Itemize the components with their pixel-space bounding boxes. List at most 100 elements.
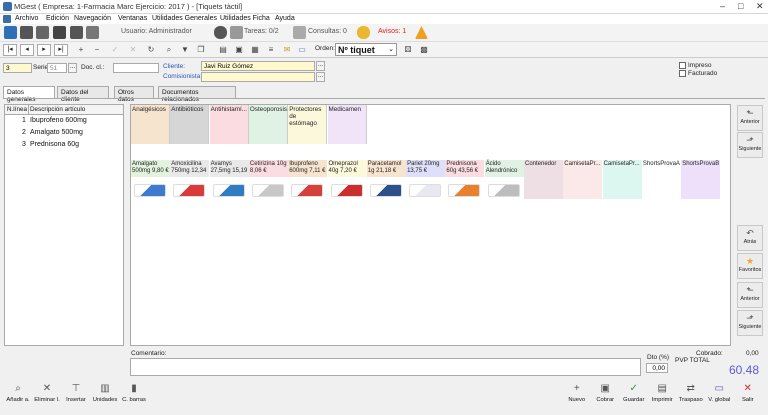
tasks-label[interactable]: Tareas: 0/2 [244, 28, 279, 35]
filter-icon[interactable]: ▼ [180, 45, 190, 55]
c-barras-button[interactable]: ▮ C. barras [120, 381, 148, 409]
order-select[interactable]: Nº tiquet ⌄ [335, 43, 397, 56]
nuevo-button[interactable]: + Nuevo [563, 381, 591, 409]
category-tile[interactable]: Osteoporosis [248, 105, 288, 144]
doc-field[interactable] [113, 63, 159, 73]
categories-next-button[interactable]: ⬏ Siguiente [737, 132, 763, 158]
tasks-icon[interactable] [230, 26, 243, 39]
product-tile[interactable]: ShortsProvaA [641, 160, 681, 199]
bell-icon[interactable] [357, 26, 370, 39]
tab-datos-generales[interactable]: Datos generales [3, 86, 55, 103]
menu-utilidades-generales[interactable]: Utilidades Generales [152, 15, 217, 22]
product-tile[interactable]: Pariet 20mg 13,75 € [406, 160, 446, 199]
table-row[interactable]: 2 Amalgato 500mg [5, 128, 123, 138]
menu-edicion[interactable]: Edición [46, 15, 69, 22]
product-tile[interactable]: Prednisona 60g 43,56 € [445, 160, 485, 199]
search-icon[interactable]: ⌕ [164, 45, 174, 55]
menu-archivo[interactable]: Archivo [15, 15, 38, 22]
product-tile[interactable]: Paracetamol 1g 21,18 € [366, 160, 406, 199]
chat-icon[interactable]: ▩ [419, 45, 429, 55]
product-tile[interactable]: Contenedor [524, 160, 563, 199]
menu-utilidades-ficha[interactable]: Utilidades Ficha [220, 15, 270, 22]
product-tile[interactable]: Amoxicilina 750mg 12,34 [170, 160, 210, 199]
cancel-icon[interactable]: ✕ [128, 45, 138, 55]
mail-icon[interactable]: ✉ [282, 45, 292, 55]
category-tile[interactable]: Antihistamí... [209, 105, 249, 144]
serie-field[interactable] [47, 63, 67, 73]
minimize-icon[interactable]: – [720, 1, 725, 11]
warning-icon[interactable] [415, 26, 428, 39]
category-tile[interactable]: Protectores de estómago [288, 105, 328, 144]
client-lookup-button[interactable]: ... [316, 61, 325, 71]
commission-field[interactable] [201, 72, 315, 82]
añadir-a-button[interactable]: ⌕ Añadir a. [4, 381, 32, 409]
table-row[interactable]: 3 Prednisona 60g [5, 140, 123, 150]
next-record-button[interactable]: ▸ [37, 44, 51, 56]
serie-lookup-button[interactable]: ... [68, 63, 77, 73]
refresh-icon[interactable]: ↻ [146, 45, 156, 55]
layout-icon[interactable] [86, 26, 99, 39]
v-global-button[interactable]: ▭ V. global [706, 381, 734, 409]
user-icon[interactable] [214, 26, 227, 39]
client-field[interactable] [201, 61, 315, 71]
gift-icon[interactable]: ⚄ [403, 45, 413, 55]
category-tile[interactable]: Medicamen [327, 105, 367, 144]
alerts-label[interactable]: Avisos: 1 [378, 28, 406, 35]
remove-icon[interactable]: − [92, 45, 102, 55]
product-tile[interactable]: Amalgato 500mg 9,80 € [131, 160, 170, 199]
discount-field[interactable] [646, 363, 668, 373]
eliminar-l-button[interactable]: ✕ Eliminar l. [33, 381, 61, 409]
invoiced-checkbox[interactable] [679, 70, 686, 77]
product-tile[interactable]: Ibuprofeno 600mg 7,11 € [288, 160, 328, 199]
menu-ventanas[interactable]: Ventanas [118, 15, 147, 22]
category-tile[interactable]: Antibióticos [170, 105, 210, 144]
tab-datos-cliente[interactable]: Datos del cliente [57, 86, 109, 103]
export-icon[interactable]: ▦ [250, 45, 260, 55]
add-icon[interactable]: + [76, 45, 86, 55]
calendar-icon[interactable] [36, 26, 49, 39]
product-tile[interactable]: CamisetaPr... [563, 160, 603, 199]
ticket-number-field[interactable] [3, 63, 32, 73]
print-icon[interactable]: ▤ [218, 45, 228, 55]
list-icon[interactable]: ≡ [266, 45, 276, 55]
document-icon[interactable] [20, 26, 33, 39]
preview-icon[interactable]: ▣ [234, 45, 244, 55]
product-tile[interactable]: ShortsProvaB [681, 160, 721, 199]
comment-field[interactable] [130, 358, 641, 376]
product-tile[interactable]: CamisetaPr... [602, 160, 642, 199]
copy-icon[interactable]: ❐ [196, 45, 206, 55]
favorites-button[interactable]: ★ Favoritos [737, 253, 763, 279]
product-tile[interactable]: Avamys 27,5mg 15,19 [209, 160, 249, 199]
printed-checkbox[interactable] [679, 62, 686, 69]
consults-icon[interactable] [293, 26, 306, 39]
commission-lookup-button[interactable]: ... [316, 72, 325, 82]
menu-ayuda[interactable]: Ayuda [275, 15, 295, 22]
consults-label[interactable]: Consultas: 0 [308, 28, 347, 35]
products-next-button[interactable]: ⬏ Siguiente [737, 310, 763, 336]
insertar-button[interactable]: ⊤ Insertar [62, 381, 90, 409]
category-tile[interactable]: Analgésicos [131, 105, 170, 144]
product-tile[interactable]: Omeprazol 40g 7,20 € [327, 160, 367, 199]
confirm-icon[interactable]: ✓ [110, 45, 120, 55]
screen-icon[interactable]: ▭ [297, 45, 307, 55]
last-record-button[interactable]: ▸| [54, 44, 68, 56]
grid-icon[interactable] [53, 26, 66, 39]
tab-documentos-relacionados[interactable]: Documentos relacionados [158, 86, 236, 103]
salir-button[interactable]: ✕ Salir [734, 381, 762, 409]
first-record-button[interactable]: |◂ [3, 44, 17, 56]
products-prev-button[interactable]: ⬑ Anterior [737, 282, 763, 308]
product-tile[interactable]: Ácido Alendrónico [484, 160, 524, 199]
categories-prev-button[interactable]: ⬑ Anterior [737, 105, 763, 131]
guardar-button[interactable]: ✓ Guardar [620, 381, 648, 409]
imprimir-button[interactable]: ▤ Imprimir [649, 381, 677, 409]
printer-icon[interactable] [70, 26, 83, 39]
close-window-icon[interactable]: ✕ [756, 1, 764, 12]
cobrar-button[interactable]: ▣ Cobrar [592, 381, 620, 409]
tab-otros-datos[interactable]: Otros datos [114, 86, 154, 103]
table-row[interactable]: 1 Ibuprofeno 600mg [5, 116, 123, 126]
back-button[interactable]: ↶ Atrás [737, 225, 763, 251]
unidades-button[interactable]: ▥ Unidades [91, 381, 119, 409]
traspaso-button[interactable]: ⇄ Traspaso [677, 381, 705, 409]
prev-record-button[interactable]: ◂ [20, 44, 34, 56]
product-tile[interactable]: Cetirizina 10g 8,06 € [248, 160, 288, 199]
